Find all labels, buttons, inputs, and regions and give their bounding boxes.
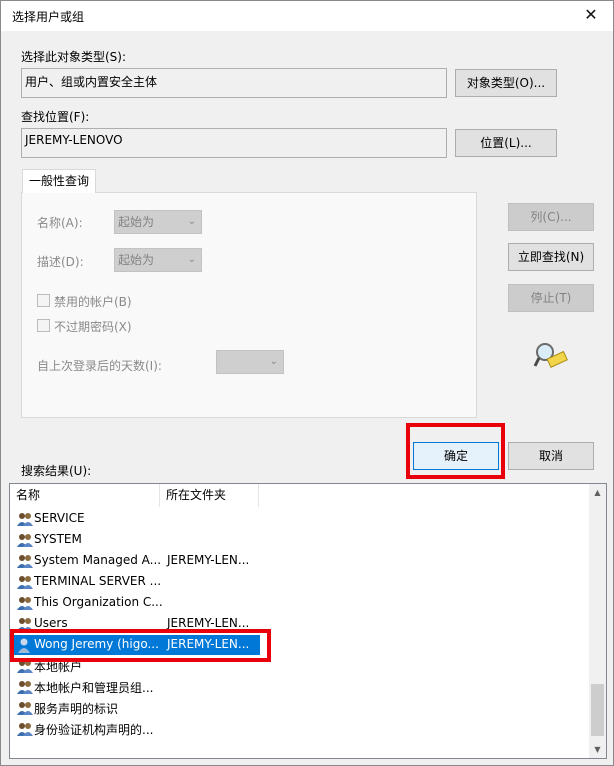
- result-folder: JEREMY-LEN...: [167, 616, 250, 630]
- disabled-accounts-checkbox[interactable]: [37, 294, 50, 307]
- result-name: This Organization C...: [34, 595, 163, 609]
- object-type-field: 用户、组或内置安全主体: [21, 68, 447, 98]
- group-icon: [17, 702, 33, 715]
- result-name: Users: [34, 616, 68, 630]
- non-expiring-password-checkbox[interactable]: [37, 319, 50, 332]
- group-icon: [17, 576, 33, 589]
- chevron-down-icon: ⌄: [187, 216, 196, 227]
- object-types-button[interactable]: 对象类型(O)...: [455, 69, 557, 97]
- column-header-name[interactable]: 名称: [10, 484, 160, 507]
- description-query-label: 描述(D):: [37, 255, 84, 269]
- common-queries-panel: 名称(A): 起始为 ⌄ 描述(D): 起始为 ⌄ 禁用的帐户(B) 不过期密码…: [21, 192, 477, 418]
- select-users-dialog: 选择用户或组 ✕ 选择此对象类型(S): 用户、组或内置安全主体 对象类型(O)…: [0, 0, 614, 766]
- result-row-local-account-admins[interactable]: 本地帐户和管理员组...: [12, 677, 592, 697]
- object-type-label: 选择此对象类型(S):: [21, 50, 127, 64]
- result-row-this-organization[interactable]: This Organization C...: [12, 593, 592, 613]
- group-icon: [17, 681, 33, 694]
- results-scrollbar[interactable]: ▲ ▼: [589, 484, 606, 758]
- scroll-down-icon[interactable]: ▼: [589, 741, 606, 758]
- days-since-login-dropdown[interactable]: ⌄: [216, 350, 284, 374]
- result-name: TERMINAL SERVER ...: [34, 574, 162, 588]
- location-field: JEREMY-LENOVO: [21, 128, 447, 158]
- window-title: 选择用户或组: [12, 10, 85, 24]
- selected-row-highlight-box: [10, 629, 271, 662]
- description-condition-dropdown[interactable]: 起始为 ⌄: [114, 248, 202, 272]
- group-icon: [17, 597, 33, 610]
- name-condition-dropdown[interactable]: 起始为 ⌄: [114, 210, 202, 234]
- description-condition-value: 起始为: [118, 253, 155, 267]
- non-expiring-password-label: 不过期密码(X): [54, 320, 132, 334]
- scroll-up-icon[interactable]: ▲: [589, 484, 606, 501]
- days-since-login-label: 自上次登录后的天数(I):: [37, 359, 162, 373]
- cancel-button[interactable]: 取消: [508, 442, 594, 470]
- result-row-system-managed[interactable]: System Managed A... JEREMY-LEN...: [12, 551, 592, 571]
- find-now-button[interactable]: 立即查找(N): [508, 243, 594, 271]
- scrollbar-thumb[interactable]: [591, 684, 604, 736]
- result-name: 身份验证机构声明的...: [34, 723, 154, 737]
- group-icon: [17, 534, 33, 547]
- search-results-list[interactable]: 名称 所在文件夹 SERVICE SYSTEM System Managed A…: [9, 483, 607, 759]
- close-icon[interactable]: ✕: [569, 1, 613, 31]
- result-name: System Managed A...: [34, 553, 162, 567]
- tab-common-queries[interactable]: 一般性查询: [22, 169, 96, 193]
- group-icon: [17, 555, 33, 568]
- group-icon: [17, 723, 33, 736]
- result-name: SERVICE: [34, 511, 85, 525]
- search-animation-icon: [533, 343, 568, 368]
- stop-button[interactable]: 停止(T): [508, 284, 594, 312]
- name-condition-value: 起始为: [118, 215, 155, 229]
- column-header-folder[interactable]: 所在文件夹: [160, 484, 259, 507]
- columns-button[interactable]: 列(C)...: [508, 203, 594, 231]
- result-name: 本地帐户和管理员组...: [34, 681, 154, 695]
- ok-highlight-box: [406, 423, 505, 479]
- result-folder: JEREMY-LEN...: [167, 553, 250, 567]
- chevron-down-icon: ⌄: [187, 254, 196, 265]
- result-row-authority-asserted[interactable]: 身份验证机构声明的...: [12, 719, 592, 739]
- title-bar: 选择用户或组 ✕: [1, 1, 613, 31]
- search-results-label: 搜索结果(U):: [21, 464, 92, 478]
- disabled-accounts-label: 禁用的帐户(B): [54, 295, 132, 309]
- location-label: 查找位置(F):: [21, 110, 90, 124]
- locations-button[interactable]: 位置(L)...: [455, 129, 557, 157]
- result-name: SYSTEM: [34, 532, 82, 546]
- result-row-system[interactable]: SYSTEM: [12, 530, 592, 550]
- result-row-service-asserted[interactable]: 服务声明的标识: [12, 698, 592, 718]
- result-row-service[interactable]: SERVICE: [12, 509, 592, 529]
- name-query-label: 名称(A):: [37, 216, 83, 230]
- result-row-terminal-server[interactable]: TERMINAL SERVER ...: [12, 572, 592, 592]
- chevron-down-icon: ⌄: [269, 356, 278, 367]
- result-name: 服务声明的标识: [34, 702, 119, 716]
- group-icon: [17, 513, 33, 526]
